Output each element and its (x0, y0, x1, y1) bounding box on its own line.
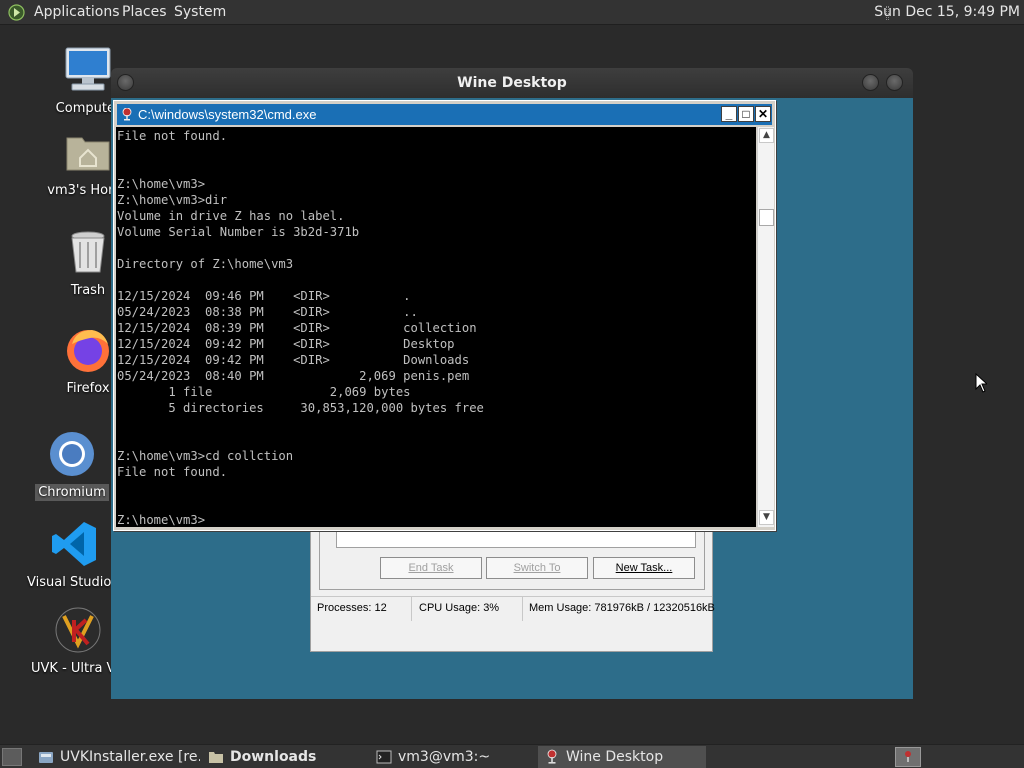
taskbar-item-label: Downloads (230, 749, 317, 765)
console-line: 1 file 2,069 bytes (117, 385, 411, 399)
home-folder-icon (64, 128, 112, 176)
switch-to-button[interactable]: Switch To (486, 557, 588, 579)
console-line: 05/24/2023 08:40 PM 2,069 penis.pem (117, 369, 470, 383)
taskbar-item-uvkinstaller[interactable]: UVKInstaller.exe [re... (32, 746, 200, 768)
console-line: 12/15/2024 08:39 PM <DIR> collection (117, 321, 477, 335)
scroll-up-arrow-icon[interactable]: ▲ (759, 128, 774, 143)
uvk-icon (54, 606, 102, 654)
cmd-minimize-button[interactable]: _ (721, 106, 737, 122)
scroll-down-arrow-icon[interactable]: ▼ (759, 510, 774, 525)
scrollbar-thumb[interactable] (759, 209, 774, 226)
task-manager-window[interactable]: End Task Switch To New Task... Processes… (310, 527, 715, 652)
firefox-icon (64, 326, 112, 374)
chromium-icon (48, 430, 96, 478)
desktop-icon-vscode[interactable]: Visual Studio Code (24, 520, 149, 591)
console-line: File not found. (117, 129, 228, 143)
console-line: Z:\home\vm3>cd collction (117, 449, 294, 463)
cmd-console[interactable]: File not found. Z:\home\vm3> Z:\home\vm3>d… (116, 127, 756, 527)
maximize-button[interactable] (886, 74, 903, 91)
taskbar-item-label: vm3@vm3:~ (398, 749, 491, 765)
terminal-icon (376, 750, 392, 764)
console-line: Directory of Z:\home\vm3 (117, 257, 294, 271)
places-menu[interactable]: Places (122, 4, 167, 20)
console-line: 5 directories 30,853,120,000 bytes free (117, 401, 484, 415)
desktop-icon-label: Trash (70, 283, 106, 298)
installer-icon (39, 752, 53, 763)
wine-desktop-titlebar[interactable]: Wine Desktop (111, 68, 913, 98)
show-desktop-icon[interactable] (2, 748, 22, 766)
top-panel: Applications Places System Sun Dec 15, 9… (0, 0, 1024, 25)
clock[interactable]: Sun Dec 15, 9:49 PM (874, 4, 1020, 20)
distro-logo-icon[interactable] (8, 4, 25, 21)
desktop-icon-chromium[interactable]: Chromium (22, 430, 122, 501)
console-line: 12/15/2024 09:42 PM <DIR> Downloads (117, 353, 470, 367)
mem-usage: Mem Usage: 781976kB / 12320516kB (529, 602, 715, 614)
cmd-titlebar[interactable]: C:\windows\system32\cmd.exe _ □ ✕ (117, 104, 772, 125)
taskbar-item-label: Wine Desktop (566, 749, 664, 765)
taskbar-item-label: UVKInstaller.exe [re... (60, 749, 200, 765)
desktop-icon-label: Firefox (66, 381, 110, 396)
bottom-taskbar: UVKInstaller.exe [re... Downloads vm3@vm… (0, 744, 1024, 768)
taskbar-item-terminal[interactable]: vm3@vm3:~ (370, 746, 534, 768)
workspace-switcher[interactable] (895, 747, 921, 767)
wine-glass-icon (122, 108, 132, 121)
console-line: Z:\home\vm3>dir (117, 193, 228, 207)
console-line: Volume in drive Z has no label. (117, 209, 345, 223)
system-menu[interactable]: System (174, 4, 226, 20)
console-line: Volume Serial Number is 3b2d-371b (117, 225, 360, 239)
minimize-button[interactable] (862, 74, 879, 91)
console-line: Z:\home\vm3> (117, 177, 206, 191)
console-line: 12/15/2024 09:42 PM <DIR> Desktop (117, 337, 455, 351)
mouse-cursor-icon (975, 373, 987, 393)
cmd-title: C:\windows\system32\cmd.exe (138, 107, 317, 122)
processes-count: Processes: 12 (311, 597, 412, 621)
console-line: Z:\home\vm3> (117, 513, 206, 527)
vscode-icon (50, 520, 98, 568)
wine-desktop-title: Wine Desktop (457, 75, 567, 91)
new-task-button[interactable]: New Task... (593, 557, 695, 579)
cmd-scrollbar[interactable]: ▲ ▼ (757, 127, 774, 527)
folder-icon (209, 752, 223, 763)
cmd-maximize-button[interactable]: □ (738, 106, 754, 122)
task-list[interactable] (336, 528, 696, 548)
wine-glass-icon (547, 749, 557, 764)
cpu-usage: CPU Usage: 3% (413, 597, 523, 621)
window-menu-button[interactable] (117, 74, 134, 91)
task-manager-statusbar: Processes: 12 CPU Usage: 3% Mem Usage: 7… (311, 596, 715, 621)
task-manager-tab-panel: End Task Switch To New Task... (319, 528, 705, 590)
taskbar-item-downloads[interactable]: Downloads (202, 746, 366, 768)
applications-menu[interactable]: Applications (34, 4, 120, 20)
console-line: 12/15/2024 09:46 PM <DIR> . (117, 289, 411, 303)
cmd-close-button[interactable]: ✕ (755, 106, 771, 122)
taskbar-item-wine-desktop[interactable]: Wine Desktop (538, 746, 706, 768)
cmd-window[interactable]: C:\windows\system32\cmd.exe _ □ ✕ File n… (113, 100, 776, 531)
desktop-icon-label: Chromium (35, 484, 109, 501)
console-line: File not found. (117, 465, 228, 479)
wine-glass-icon (905, 751, 911, 762)
computer-icon (64, 46, 112, 94)
console-line: 05/24/2023 08:38 PM <DIR> .. (117, 305, 418, 319)
end-task-button[interactable]: End Task (380, 557, 482, 579)
trash-icon (64, 228, 112, 276)
